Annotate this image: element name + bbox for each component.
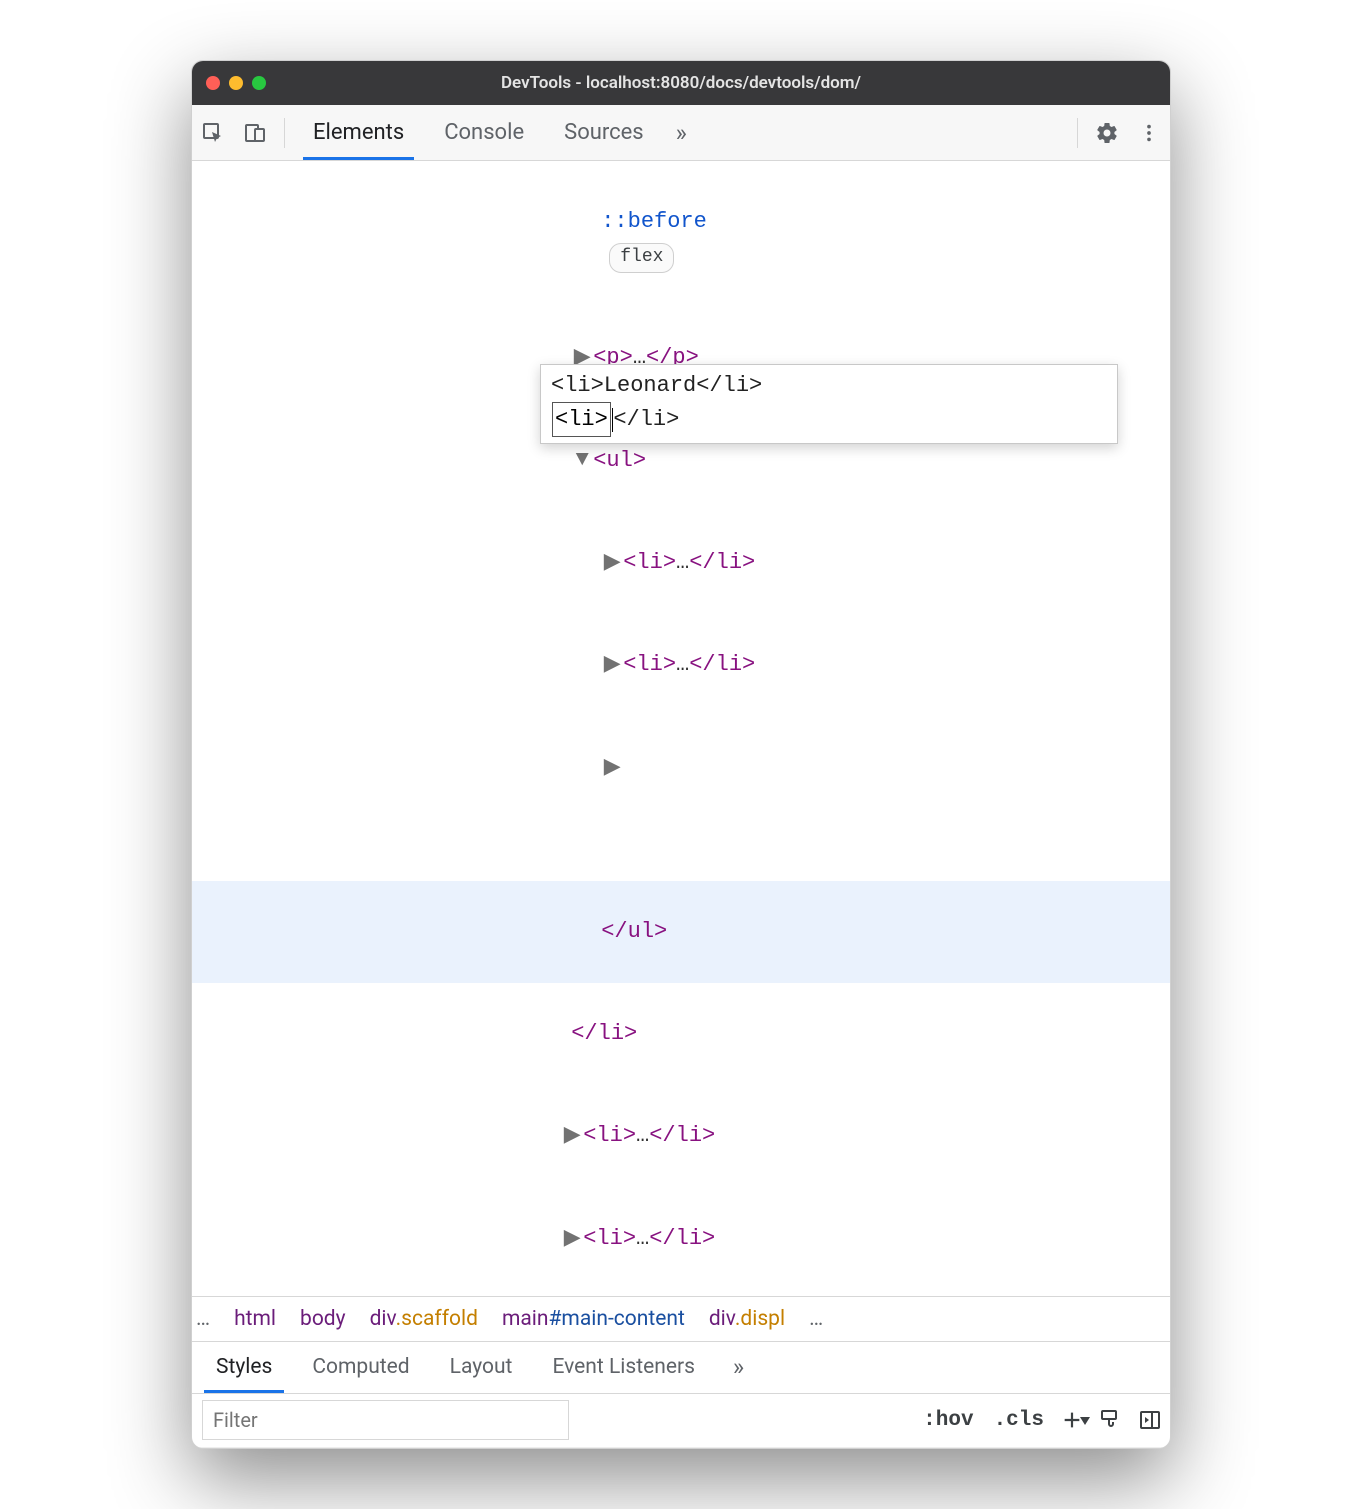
pseudo-before-line[interactable]: ::before flex bbox=[192, 171, 1170, 307]
toolbar-separator bbox=[1077, 118, 1078, 148]
tab-elements[interactable]: Elements bbox=[293, 105, 424, 160]
window-title: DevTools - localhost:8080/docs/devtools/… bbox=[192, 73, 1170, 93]
dom-breadcrumbs: … html body div.scaffold main#main-conte… bbox=[192, 1296, 1170, 1342]
styles-filter-input[interactable] bbox=[202, 1400, 569, 1440]
window-zoom-button[interactable] bbox=[252, 76, 266, 90]
panel-tabs: Elements Console Sources bbox=[293, 105, 664, 160]
dom-tree-panel[interactable]: ::before flex ▶<p>…</p> ▼<ul> ▶<li>…</li… bbox=[192, 161, 1170, 1296]
window-close-button[interactable] bbox=[206, 76, 220, 90]
breadcrumb-body[interactable]: body bbox=[300, 1307, 346, 1331]
pseudo-before-text: ::before bbox=[601, 209, 707, 234]
subtab-styles[interactable]: Styles bbox=[196, 1342, 292, 1393]
expand-triangle-icon[interactable]: ▶ bbox=[601, 751, 623, 785]
toolbar-separator bbox=[284, 118, 285, 148]
dom-node-li[interactable]: ▶<li>…</li> bbox=[192, 512, 1170, 614]
expand-triangle-icon[interactable]: ▶ bbox=[601, 648, 623, 682]
edit-open-tag: <li> bbox=[552, 402, 611, 437]
styles-filter-bar: :hov .cls bbox=[192, 1394, 1170, 1448]
subtab-event-listeners[interactable]: Event Listeners bbox=[532, 1342, 714, 1393]
hov-toggle[interactable]: :hov bbox=[913, 1409, 983, 1432]
expand-triangle-icon[interactable]: ▶ bbox=[561, 1222, 583, 1256]
more-tabs-icon[interactable]: » bbox=[664, 119, 699, 147]
inspect-element-icon[interactable] bbox=[192, 121, 234, 145]
paint-brush-icon[interactable] bbox=[1090, 1408, 1130, 1432]
subtab-layout[interactable]: Layout bbox=[430, 1342, 533, 1393]
new-style-rule-button[interactable] bbox=[1054, 1409, 1090, 1431]
subtab-computed[interactable]: Computed bbox=[292, 1342, 429, 1393]
tab-sources[interactable]: Sources bbox=[544, 105, 664, 160]
kebab-menu-icon[interactable] bbox=[1128, 122, 1170, 144]
html-edit-box[interactable]: <li>Leonard</li> <li></li> bbox=[540, 364, 1118, 444]
dom-node-li[interactable]: ▶<li>…</li> bbox=[192, 1188, 1170, 1290]
cls-toggle[interactable]: .cls bbox=[984, 1409, 1054, 1432]
dom-node-editing-row[interactable]: ▶ bbox=[192, 717, 1170, 819]
breadcrumb-scaffold[interactable]: div.scaffold bbox=[370, 1307, 478, 1331]
breadcrumb-ellipsis-right[interactable]: … bbox=[809, 1307, 823, 1331]
edit-close-tag: </li> bbox=[613, 403, 679, 436]
dom-node-ul-close[interactable]: </ul> bbox=[192, 881, 1170, 983]
collapse-triangle-icon[interactable]: ▼ bbox=[571, 443, 593, 477]
device-toolbar-icon[interactable] bbox=[234, 121, 276, 145]
devtools-window: DevTools - localhost:8080/docs/devtools/… bbox=[191, 60, 1171, 1449]
dom-node-li-close[interactable]: </li> bbox=[192, 983, 1170, 1085]
edit-line-2[interactable]: <li></li> bbox=[551, 402, 1107, 437]
dom-node-li[interactable]: ▶<li>…</li> bbox=[192, 1085, 1170, 1187]
breadcrumb-html[interactable]: html bbox=[234, 1307, 276, 1331]
settings-icon[interactable] bbox=[1086, 121, 1128, 145]
window-minimize-button[interactable] bbox=[229, 76, 243, 90]
main-toolbar: Elements Console Sources » bbox=[192, 105, 1170, 161]
titlebar: DevTools - localhost:8080/docs/devtools/… bbox=[192, 61, 1170, 105]
traffic-lights bbox=[206, 76, 266, 90]
more-subtabs-icon[interactable]: » bbox=[715, 1353, 762, 1381]
dom-node-li[interactable]: ▶<li>…</li> bbox=[192, 614, 1170, 716]
tab-console[interactable]: Console bbox=[424, 105, 544, 160]
expand-triangle-icon[interactable]: ▶ bbox=[561, 1119, 583, 1153]
breadcrumb-ellipsis-left[interactable]: … bbox=[196, 1307, 210, 1331]
edit-line-1[interactable]: <li>Leonard</li> bbox=[551, 369, 1107, 402]
expand-triangle-icon[interactable]: ▶ bbox=[601, 546, 623, 580]
breadcrumb-main[interactable]: main#main-content bbox=[502, 1307, 685, 1331]
breadcrumb-displ[interactable]: div.displ bbox=[709, 1307, 785, 1331]
styles-panel-tabs: Styles Computed Layout Event Listeners » bbox=[192, 1342, 1170, 1394]
flex-badge[interactable]: flex bbox=[609, 243, 674, 273]
toggle-sidebar-icon[interactable] bbox=[1130, 1408, 1170, 1432]
